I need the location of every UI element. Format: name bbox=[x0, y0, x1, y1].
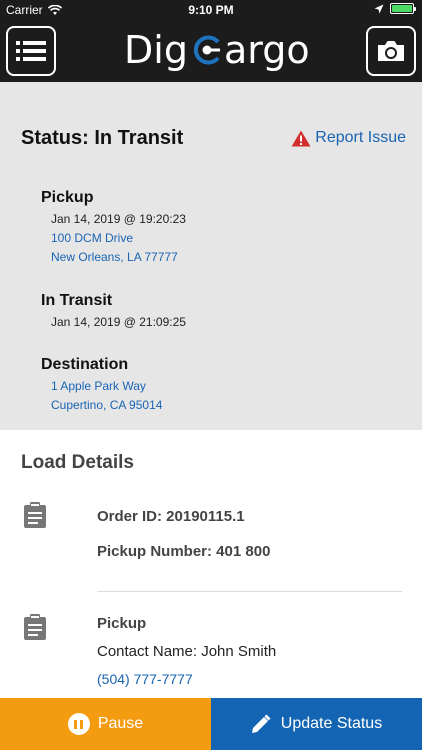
stage-timestamp: Jan 14, 2019 @ 21:09:25 bbox=[51, 315, 186, 329]
stage-in-transit: In Transit Jan 14, 2019 @ 21:09:25 bbox=[41, 292, 186, 329]
address-line-1: 100 DCM Drive bbox=[51, 231, 134, 245]
status-bar: Carrier 9:10 PM bbox=[0, 0, 422, 20]
bottom-action-bar: Pause Update Status bbox=[0, 698, 422, 750]
location-arrow-icon bbox=[374, 4, 384, 13]
address-line-2: Cupertino, CA 95014 bbox=[51, 398, 163, 412]
pickup-heading: Pickup bbox=[97, 615, 147, 632]
report-issue-link[interactable]: Report Issue bbox=[291, 129, 406, 147]
clipboard-icon bbox=[24, 502, 46, 528]
logo-text-left: Dig bbox=[124, 28, 188, 72]
pause-label: Pause bbox=[97, 715, 144, 732]
menu-button[interactable] bbox=[6, 26, 56, 76]
battery-icon bbox=[390, 3, 416, 14]
warning-icon bbox=[291, 130, 311, 146]
list-icon bbox=[16, 41, 46, 61]
address-line-1: 1 Apple Park Way bbox=[51, 379, 146, 393]
address-line-2: New Orleans, LA 77777 bbox=[51, 250, 178, 264]
pickup-address[interactable]: 100 DCM Drive New Orleans, LA 77777 bbox=[41, 229, 186, 267]
status-title: Status: In Transit bbox=[21, 127, 184, 149]
stage-destination: Destination 1 Apple Park Way Cupertino, … bbox=[41, 356, 162, 415]
contact-name: Contact Name: John Smith bbox=[97, 643, 277, 660]
logo-text-right: argo bbox=[223, 28, 310, 72]
order-id: Order ID: 20190115.1 bbox=[97, 508, 245, 525]
app-logo: Dig argo bbox=[124, 28, 310, 72]
pencil-icon bbox=[251, 714, 271, 733]
pause-button[interactable]: Pause bbox=[0, 698, 211, 750]
stage-pickup: Pickup Jan 14, 2019 @ 19:20:23 100 DCM D… bbox=[41, 189, 186, 267]
update-status-label: Update Status bbox=[280, 715, 383, 732]
camera-button[interactable] bbox=[366, 26, 416, 76]
stage-timestamp: Jan 14, 2019 @ 19:20:23 bbox=[51, 212, 186, 226]
phone-link[interactable]: (504) 777-7777 bbox=[97, 671, 193, 687]
stage-name: In Transit bbox=[41, 292, 113, 309]
stage-name: Destination bbox=[41, 356, 129, 373]
camera-icon bbox=[378, 41, 404, 61]
status-panel: Status: In Transit Report Issue Pickup J… bbox=[0, 82, 422, 430]
report-issue-label: Report Issue bbox=[315, 129, 406, 146]
status-right-group bbox=[374, 3, 416, 14]
clock: 9:10 PM bbox=[188, 3, 234, 17]
clipboard-icon bbox=[24, 614, 46, 640]
app-header: Dig argo bbox=[0, 20, 422, 82]
pause-icon bbox=[67, 713, 90, 735]
destination-address[interactable]: 1 Apple Park Way Cupertino, CA 95014 bbox=[41, 377, 162, 415]
update-status-button[interactable]: Update Status bbox=[211, 698, 422, 750]
load-details-title: Load Details bbox=[21, 452, 134, 473]
logo-c-icon bbox=[193, 35, 220, 65]
stage-name: Pickup bbox=[41, 189, 94, 206]
pickup-number: Pickup Number: 401 800 bbox=[97, 543, 271, 560]
divider bbox=[97, 591, 402, 592]
